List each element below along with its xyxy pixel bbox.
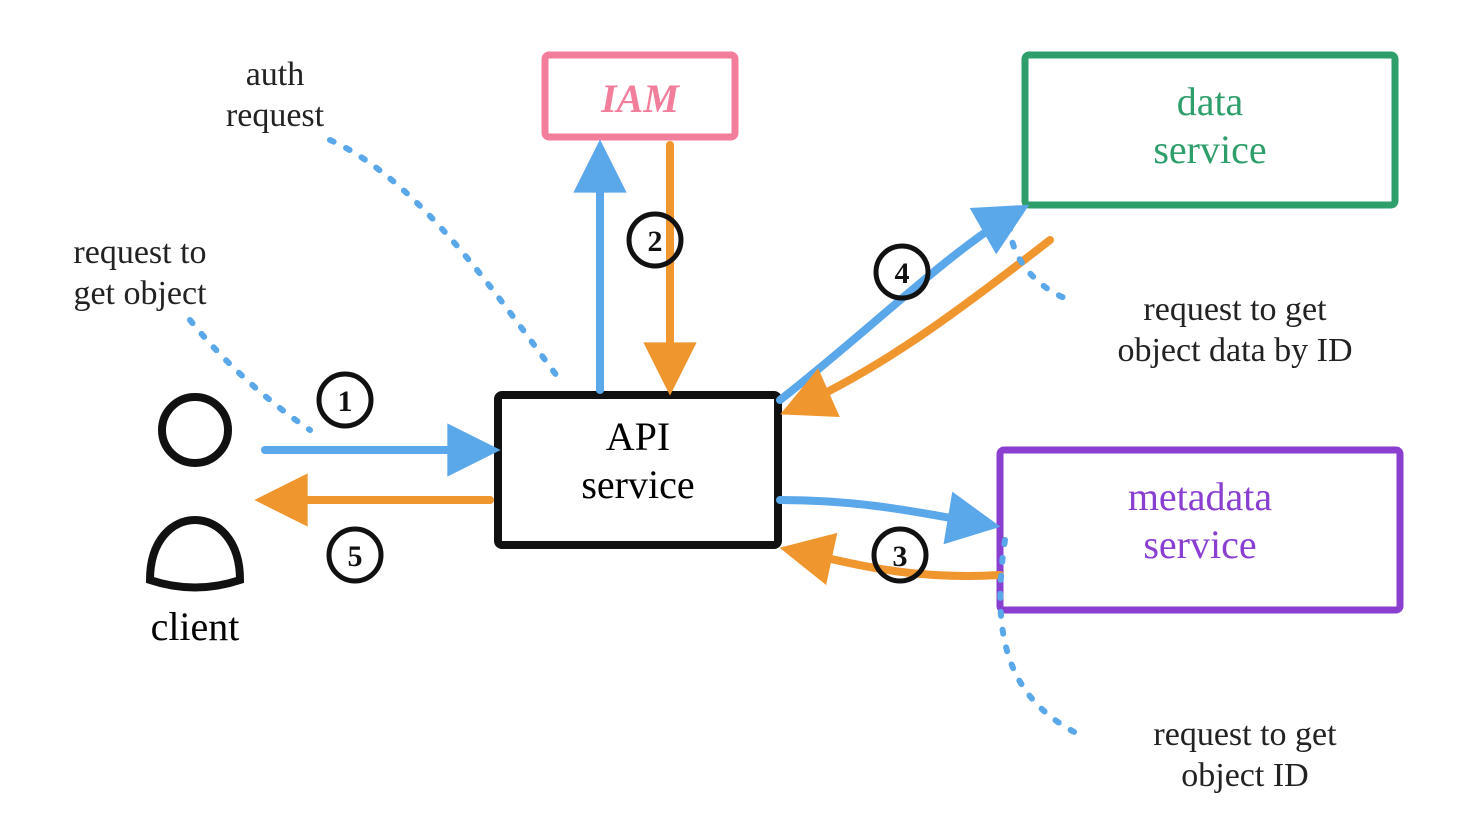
svg-text:2: 2 <box>648 225 663 258</box>
dotted-auth <box>330 140 560 380</box>
svg-text:metadataservice: metadataservice <box>1128 474 1273 567</box>
dotted-reqmeta <box>1000 540 1080 735</box>
annot-reqobj: request toget object <box>73 234 207 312</box>
arrow-data-api <box>790 240 1050 410</box>
svg-text:4: 4 <box>895 257 910 290</box>
arrow-api-meta <box>780 500 990 525</box>
step-4: 4 <box>876 246 928 298</box>
svg-text:dataservice: dataservice <box>1153 79 1266 172</box>
architecture-diagram: client APIservice IAM dataservice metada… <box>0 0 1482 822</box>
data-label: data <box>1177 79 1244 124</box>
step-1: 1 <box>319 374 371 426</box>
arrow-api-data <box>780 210 1020 400</box>
iam-label: IAM <box>600 76 680 121</box>
data-service-box: dataservice <box>1025 55 1395 205</box>
annot-auth: authrequest <box>226 56 325 134</box>
api-service-box: APIservice <box>498 395 778 545</box>
client-icon <box>150 397 240 588</box>
step-5: 5 <box>329 529 381 581</box>
api-label-l1: API <box>606 414 670 459</box>
iam-box: IAM <box>545 55 735 137</box>
dotted-reqdata <box>1010 225 1070 300</box>
client-label: client <box>151 604 240 649</box>
svg-text:3: 3 <box>893 540 908 573</box>
annot-reqdata: request to getobject data by ID <box>1117 291 1352 369</box>
metadata-label: metadata <box>1128 474 1273 519</box>
metadata-service-box: metadataservice <box>1000 450 1400 610</box>
annot-reqmeta: request to getobject ID <box>1153 716 1337 794</box>
svg-text:1: 1 <box>338 385 353 418</box>
dotted-reqobj <box>190 320 310 430</box>
svg-text:5: 5 <box>348 540 363 573</box>
svg-text:APIservice: APIservice <box>581 414 694 507</box>
